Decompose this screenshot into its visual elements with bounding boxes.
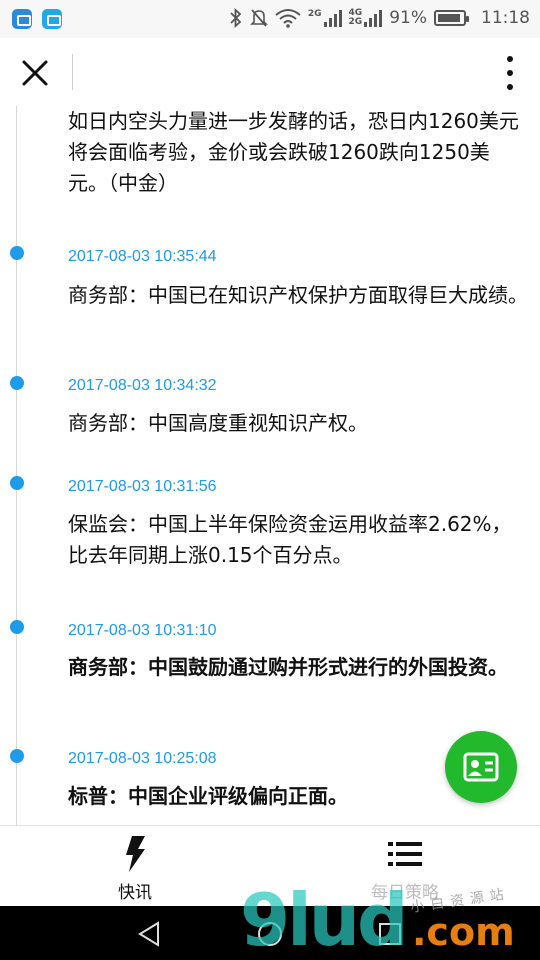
feed-item-text: 商务部：中国已在知识产权保护方面取得巨大成绩。 bbox=[68, 283, 528, 307]
signal-icon bbox=[323, 9, 342, 27]
timeline-line bbox=[16, 106, 17, 825]
mute-icon bbox=[249, 9, 268, 27]
timeline-dot bbox=[10, 476, 24, 490]
system-icons: 2G 4G 2G 91% 11:18 bbox=[229, 8, 530, 28]
feed-item-text: 商务部：中国高度重视知识产权。 bbox=[68, 411, 368, 435]
tab-flash-news[interactable]: 快讯 bbox=[0, 826, 270, 907]
net-bottom-label: 2G bbox=[348, 17, 363, 27]
battery-icon bbox=[434, 10, 469, 26]
signal-2g: 2G bbox=[308, 9, 342, 27]
battery-percent: 91% bbox=[389, 8, 427, 28]
status-bar: 2G 4G 2G 91% 11:18 bbox=[0, 0, 540, 38]
timeline-dot bbox=[10, 376, 24, 390]
signal-icon-secondary bbox=[364, 9, 383, 27]
news-feed[interactable]: 如日内空头力量进一步发酵的话，恐日内1260美元将会面临考验，金价或会跌破126… bbox=[0, 106, 540, 825]
feed-item-text: 保监会：中国上半年保险资金运用收益率2.62%，比去年同期上涨0.15个百分点。 bbox=[68, 512, 512, 567]
tab-daily-strategy[interactable]: 每日策略 bbox=[270, 826, 540, 907]
feed-item-text: 如日内空头力量进一步发酵的话，恐日内1260美元将会面临考验，金价或会跌破126… bbox=[68, 109, 519, 195]
notification-icons bbox=[12, 9, 62, 29]
bluetooth-icon bbox=[230, 8, 242, 28]
feed-item-time: 2017-08-03 10:34:32 bbox=[68, 377, 217, 394]
tab-label: 每日策略 bbox=[371, 883, 439, 903]
feed-item-time: 2017-08-03 10:25:08 bbox=[68, 750, 217, 767]
flash-icon bbox=[126, 836, 145, 872]
contact-card-icon bbox=[463, 752, 499, 782]
app-header bbox=[0, 38, 540, 106]
timeline-dot bbox=[10, 749, 24, 763]
timeline-dot bbox=[10, 246, 24, 260]
signal-2g-label: 2G bbox=[307, 9, 322, 19]
tab-label: 快讯 bbox=[118, 883, 152, 903]
more-options-button[interactable] bbox=[502, 56, 518, 90]
message-icon bbox=[42, 9, 62, 29]
wifi-icon bbox=[275, 9, 301, 28]
contact-fab-button[interactable] bbox=[445, 731, 517, 803]
gallery-icon bbox=[12, 9, 32, 29]
feed-item-time: 2017-08-03 10:35:44 bbox=[68, 248, 217, 265]
feed-item-time: 2017-08-03 10:31:56 bbox=[68, 478, 217, 495]
system-nav-bar bbox=[0, 906, 540, 960]
feed-item-time: 2017-08-03 10:31:10 bbox=[68, 622, 217, 639]
list-icon bbox=[388, 842, 422, 866]
recent-apps-icon[interactable] bbox=[376, 920, 404, 948]
close-button[interactable] bbox=[18, 56, 52, 90]
timeline-dot bbox=[10, 620, 24, 634]
more-vertical-icon bbox=[507, 56, 513, 62]
back-icon[interactable] bbox=[136, 920, 164, 948]
bottom-tab-bar: 快讯 每日策略 bbox=[0, 825, 540, 906]
header-divider bbox=[72, 54, 73, 90]
signal-4g: 4G 2G bbox=[349, 9, 383, 27]
status-time: 11:18 bbox=[481, 8, 530, 28]
feed-item-text: 商务部：中国鼓励通过购并形式进行的外国投资。 bbox=[68, 655, 508, 679]
home-icon[interactable] bbox=[256, 920, 284, 948]
close-icon bbox=[22, 60, 48, 86]
